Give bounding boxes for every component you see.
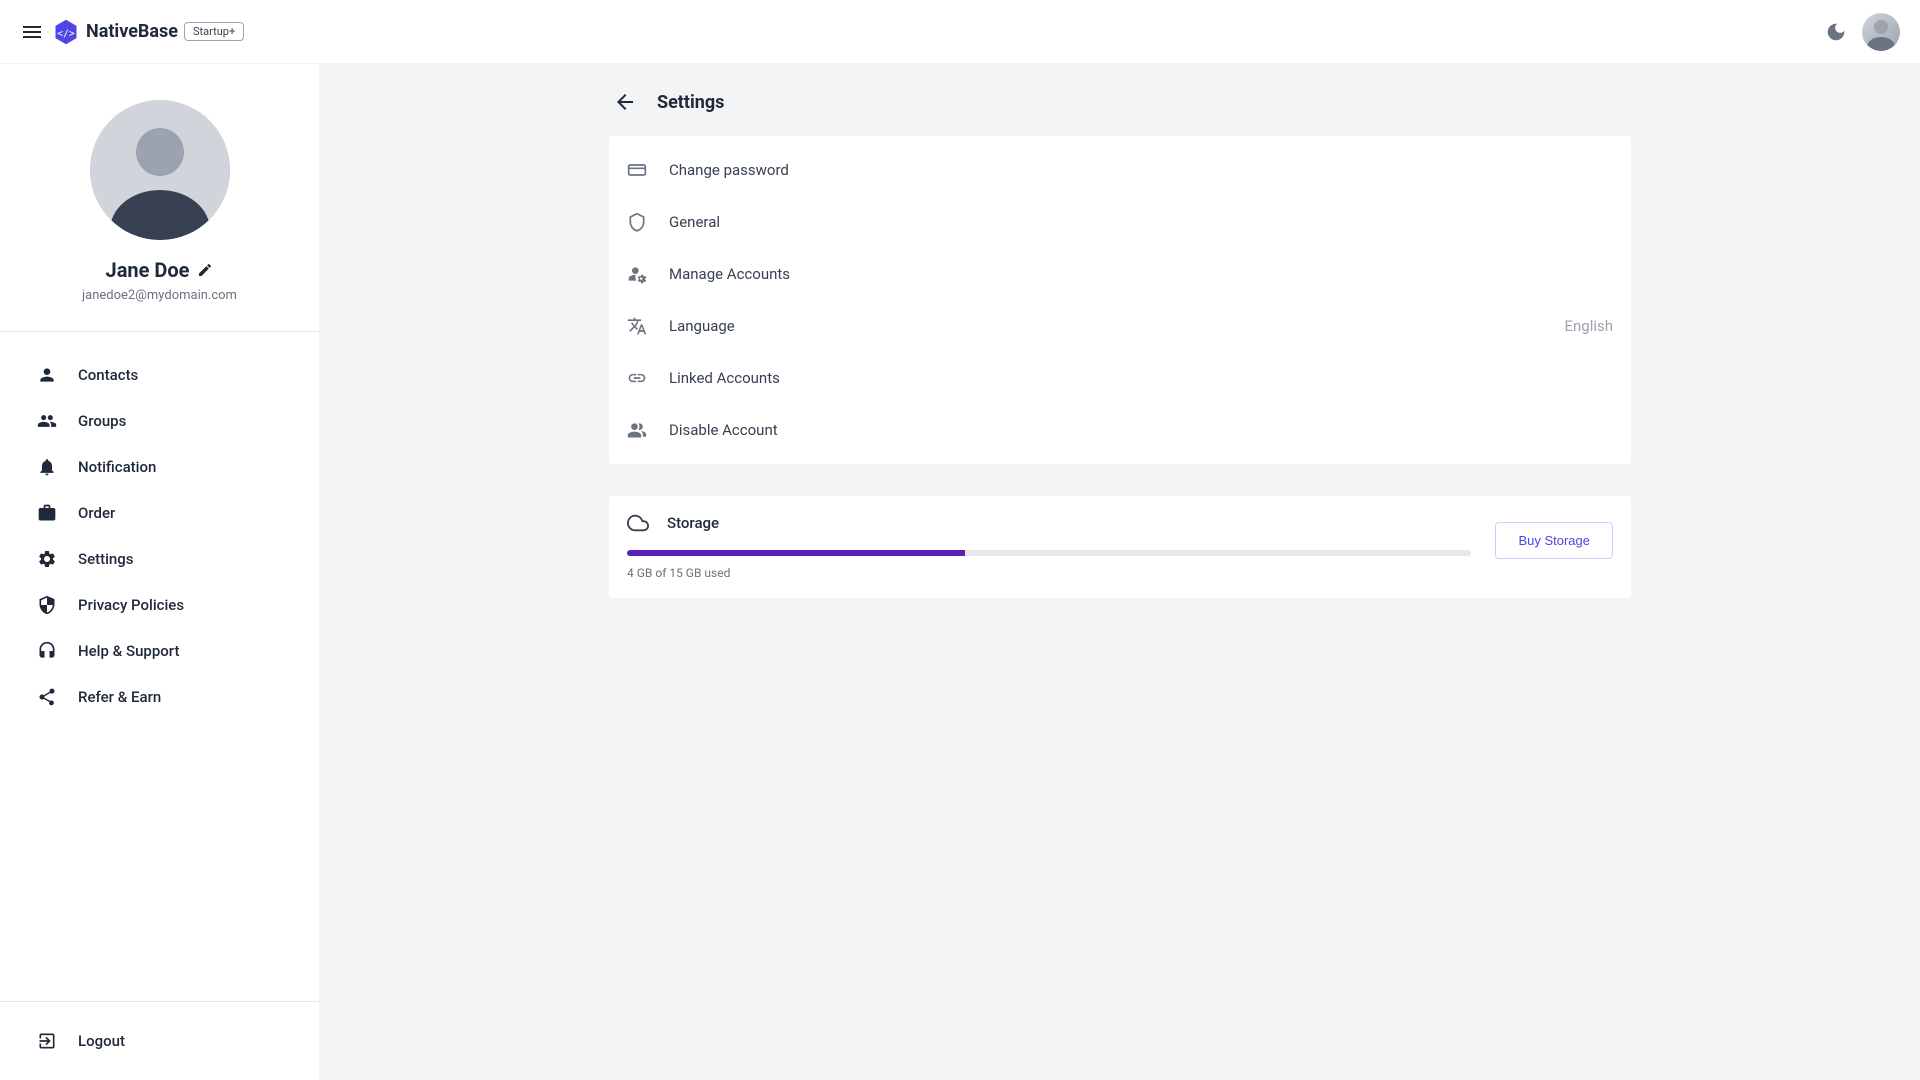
person-icon: [36, 364, 58, 386]
groups-icon: [36, 410, 58, 432]
gear-icon: [36, 548, 58, 570]
page-header: Settings: [609, 90, 1631, 114]
sidebar-footer: Logout: [0, 1001, 319, 1080]
sidebar-item-notification[interactable]: Notification: [0, 444, 319, 490]
logout-icon: [36, 1030, 58, 1052]
link-icon: [627, 368, 647, 388]
sidebar-item-logout[interactable]: Logout: [0, 1018, 319, 1064]
row-value: English: [1564, 317, 1613, 335]
nav-label: Notification: [78, 458, 156, 476]
nav-label: Groups: [78, 412, 126, 430]
header-right: [1824, 13, 1900, 51]
header-left: </> NativeBase Startup+: [20, 18, 244, 46]
app-header: </> NativeBase Startup+: [0, 0, 1920, 64]
svg-text:</>: </>: [57, 28, 75, 39]
storage-left: Storage 4 GB of 15 GB used: [627, 512, 1471, 580]
storage-header: Storage: [627, 512, 1471, 534]
storage-used-text: 4 GB of 15 GB used: [627, 566, 1471, 580]
row-label: Linked Accounts: [669, 369, 1613, 387]
manage-accounts-icon: [627, 264, 647, 284]
brand-logo[interactable]: </> NativeBase Startup+: [52, 18, 244, 46]
profile-name-row: Jane Doe: [106, 258, 214, 282]
cloud-icon: [627, 512, 649, 534]
sidebar-item-order[interactable]: Order: [0, 490, 319, 536]
person-off-icon: [627, 420, 647, 440]
main-content: Settings Change password General Manage …: [320, 64, 1920, 1080]
dark-mode-toggle-icon[interactable]: [1824, 20, 1848, 44]
settings-row-change-password[interactable]: Change password: [609, 144, 1631, 196]
nav-label: Refer & Earn: [78, 688, 161, 706]
nav-label: Contacts: [78, 366, 138, 384]
settings-row-linked-accounts[interactable]: Linked Accounts: [609, 352, 1631, 404]
row-label: Change password: [669, 161, 1613, 179]
profile-avatar[interactable]: [90, 100, 230, 240]
settings-row-language[interactable]: Language English: [609, 300, 1631, 352]
profile-section: Jane Doe janedoe2@mydomain.com: [0, 64, 319, 332]
translate-icon: [627, 316, 647, 336]
settings-row-manage-accounts[interactable]: Manage Accounts: [609, 248, 1631, 300]
storage-progress-bar: [627, 550, 1471, 556]
card-icon: [627, 160, 647, 180]
nav-label: Logout: [78, 1032, 125, 1050]
storage-progress-fill: [627, 550, 965, 556]
shield-icon: [36, 594, 58, 616]
hamburger-menu-icon[interactable]: [20, 20, 44, 44]
nav-label: Order: [78, 504, 115, 522]
buy-storage-button[interactable]: Buy Storage: [1495, 522, 1613, 559]
row-label: Language: [669, 317, 1542, 335]
sidebar-item-help[interactable]: Help & Support: [0, 628, 319, 674]
sidebar-item-refer[interactable]: Refer & Earn: [0, 674, 319, 720]
sidebar-item-groups[interactable]: Groups: [0, 398, 319, 444]
nav-list: Contacts Groups Notification Order Setti…: [0, 332, 319, 1001]
page-title: Settings: [657, 92, 724, 113]
nav-label: Settings: [78, 550, 134, 568]
row-label: Manage Accounts: [669, 265, 1613, 283]
bag-icon: [36, 502, 58, 524]
support-icon: [36, 640, 58, 662]
settings-row-disable-account[interactable]: Disable Account: [609, 404, 1631, 456]
body: Jane Doe janedoe2@mydomain.com Contacts …: [0, 64, 1920, 1080]
nav-label: Privacy Policies: [78, 596, 184, 614]
sidebar-item-settings[interactable]: Settings: [0, 536, 319, 582]
startup-badge: Startup+: [184, 22, 244, 41]
settings-card: Change password General Manage Accounts …: [609, 136, 1631, 464]
profile-email: janedoe2@mydomain.com: [82, 288, 237, 303]
share-icon: [36, 686, 58, 708]
sidebar-item-privacy[interactable]: Privacy Policies: [0, 582, 319, 628]
row-label: General: [669, 213, 1613, 231]
brand-name: NativeBase: [86, 21, 178, 42]
profile-name: Jane Doe: [106, 258, 190, 282]
storage-card: Storage 4 GB of 15 GB used Buy Storage: [609, 496, 1631, 598]
settings-row-general[interactable]: General: [609, 196, 1631, 248]
row-label: Disable Account: [669, 421, 1613, 439]
edit-profile-icon[interactable]: [197, 262, 213, 278]
sidebar-item-contacts[interactable]: Contacts: [0, 352, 319, 398]
bell-icon: [36, 456, 58, 478]
header-avatar[interactable]: [1862, 13, 1900, 51]
storage-title: Storage: [667, 514, 719, 532]
back-arrow-icon[interactable]: [613, 90, 637, 114]
nav-label: Help & Support: [78, 642, 179, 660]
shield-outline-icon: [627, 212, 647, 232]
sidebar: Jane Doe janedoe2@mydomain.com Contacts …: [0, 64, 320, 1080]
main-inner: Settings Change password General Manage …: [609, 90, 1631, 598]
logo-hex-icon: </>: [52, 18, 80, 46]
